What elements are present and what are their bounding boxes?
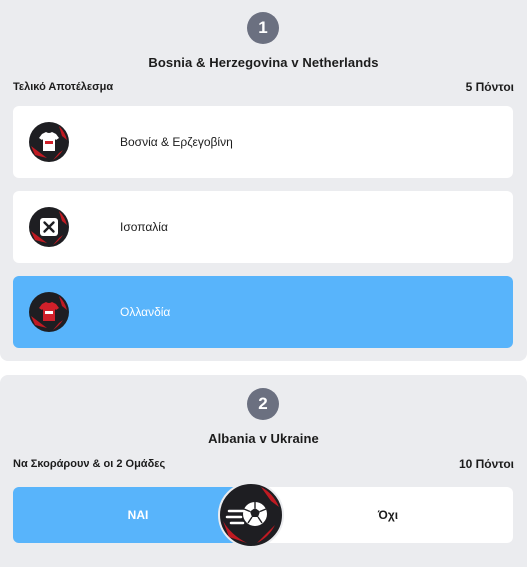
draw-x-icon (29, 207, 69, 247)
option-label: Ολλανδία (120, 305, 171, 319)
question-number-badge: 1 (247, 12, 279, 44)
match-title: Bosnia & Herzegovina v Netherlands (148, 55, 379, 70)
match-title: Albania v Ukraine (208, 431, 319, 446)
option-home-win[interactable]: Βοσνία & Ερζεγοβίνη (13, 106, 513, 178)
question-points: 10 Πόντοι (458, 457, 514, 471)
shirt-icon (29, 122, 69, 162)
shirt-icon (29, 292, 69, 332)
question-points: 5 Πόντοι (465, 80, 514, 94)
no-button[interactable]: Όχι (263, 487, 513, 543)
question-card-2: 2 Albania v Ukraine Να Σκοράρουν & οι 2 … (0, 375, 527, 567)
option-label: Βοσνία & Ερζεγοβίνη (120, 135, 233, 149)
question-card-1: 1 Bosnia & Herzegovina v Netherlands Τελ… (0, 0, 527, 361)
question-number-badge: 2 (247, 388, 279, 420)
option-away-win[interactable]: Ολλανδία (13, 276, 513, 348)
option-draw[interactable]: Ισοπαλία (13, 191, 513, 263)
question-label: Τελικό Αποτέλεσμα (13, 81, 114, 93)
option-label: Ισοπαλία (120, 220, 168, 234)
question-label: Να Σκοράρουν & οι 2 Ομάδες (13, 458, 166, 470)
soccer-ball-icon (218, 482, 284, 548)
